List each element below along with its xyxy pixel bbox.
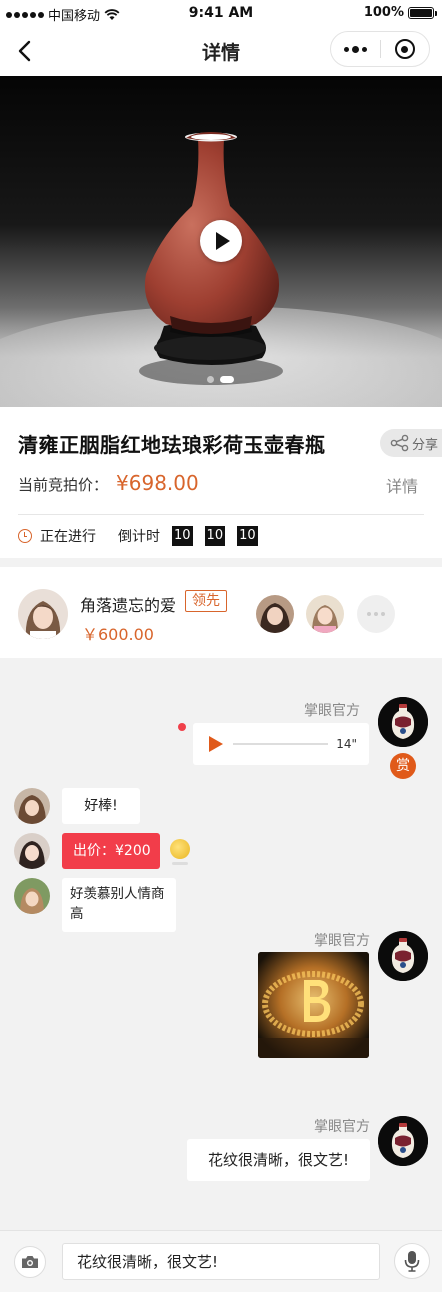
camera-icon xyxy=(22,1256,38,1268)
coin-icon xyxy=(170,839,190,859)
reward-button[interactable]: 赏 xyxy=(390,753,416,779)
battery-percent: 100% xyxy=(363,5,404,20)
chat-image[interactable] xyxy=(258,952,369,1058)
countdown-minutes: 10 xyxy=(204,526,226,546)
unread-dot xyxy=(178,723,186,731)
user-avatar[interactable] xyxy=(14,833,50,869)
user-avatar[interactable] xyxy=(14,788,50,824)
product-video[interactable] xyxy=(0,76,442,407)
leading-badge: 领先 xyxy=(185,590,227,612)
bid-message: 出价：¥200 xyxy=(62,833,160,869)
official-avatar[interactable] xyxy=(378,697,428,747)
product-info-card: 清雍正胭脂红地珐琅彩荷玉壶春瓶 分享 当前竞拍价： ¥698.00 详情 正在进… xyxy=(0,407,442,558)
voice-message[interactable]: 14" xyxy=(193,723,369,765)
bidder-avatar[interactable] xyxy=(256,595,294,633)
leading-bidder-card: 角落遗忘的爱 领先 ￥600.00 xyxy=(0,567,442,658)
pager-dot-active xyxy=(220,376,234,383)
more-bidders-button[interactable] xyxy=(357,595,395,633)
play-button[interactable] xyxy=(200,220,242,262)
more-menu-icon[interactable] xyxy=(331,45,380,53)
official-avatar[interactable] xyxy=(378,931,428,981)
price-row: 当前竞拍价： ¥698.00 xyxy=(18,471,199,495)
play-icon xyxy=(209,736,223,752)
coin-shadow xyxy=(172,862,188,865)
share-icon xyxy=(390,434,409,452)
chat-message: 花纹很清晰，很文艺! xyxy=(187,1139,370,1181)
price-label: 当前竞拍价： xyxy=(18,476,109,494)
info-divider xyxy=(18,514,424,515)
countdown-seconds: 10 xyxy=(237,526,258,546)
battery-icon xyxy=(408,6,437,19)
leader-name: 角落遗忘的爱 xyxy=(80,596,177,615)
voice-input-button[interactable] xyxy=(394,1243,430,1279)
pager-dot xyxy=(207,376,214,383)
status-bar: 中国移动 9:41 AM 100% xyxy=(0,0,442,26)
share-label: 分享 xyxy=(412,437,439,453)
voice-duration: 14" xyxy=(336,737,357,751)
status-right: 100% xyxy=(363,5,437,20)
microphone-icon xyxy=(404,1251,420,1272)
close-program-icon[interactable] xyxy=(380,39,429,59)
auction-status-row: 正在进行 倒计时 10 10 10 xyxy=(18,526,270,546)
chat-message: 好棒! xyxy=(62,788,140,824)
camera-button[interactable] xyxy=(14,1246,46,1278)
user-avatar[interactable] xyxy=(14,878,50,914)
product-name: 清雍正胭脂红地珐琅彩荷玉壶春瓶 xyxy=(18,433,326,457)
countdown-hours: 10 xyxy=(172,526,193,546)
countdown-label: 倒计时 xyxy=(118,529,160,545)
nav-bar: 详情 xyxy=(0,26,442,76)
current-price: ¥698.00 xyxy=(116,471,199,495)
message-sender: 掌眼官方 xyxy=(314,1119,370,1135)
carousel-pager xyxy=(207,376,234,383)
chat-message: 好羡慕别人情商高 xyxy=(62,878,176,932)
leader-avatar[interactable] xyxy=(18,589,68,639)
voice-progress xyxy=(233,743,329,745)
bidder-avatar[interactable] xyxy=(306,595,344,633)
share-button[interactable]: 分享 xyxy=(380,429,442,457)
message-sender: 掌眼官方 xyxy=(304,703,360,719)
clock-icon xyxy=(18,529,32,543)
message-sender: 掌眼官方 xyxy=(314,933,370,949)
official-avatar[interactable] xyxy=(378,1116,428,1166)
chat-input-bar xyxy=(0,1230,442,1292)
mini-program-capsule xyxy=(330,31,430,67)
auction-status: 正在进行 xyxy=(40,529,96,545)
message-input[interactable] xyxy=(62,1243,380,1280)
leader-bid-amount: ￥600.00 xyxy=(82,625,154,644)
detail-link[interactable]: 详情 xyxy=(386,473,418,497)
